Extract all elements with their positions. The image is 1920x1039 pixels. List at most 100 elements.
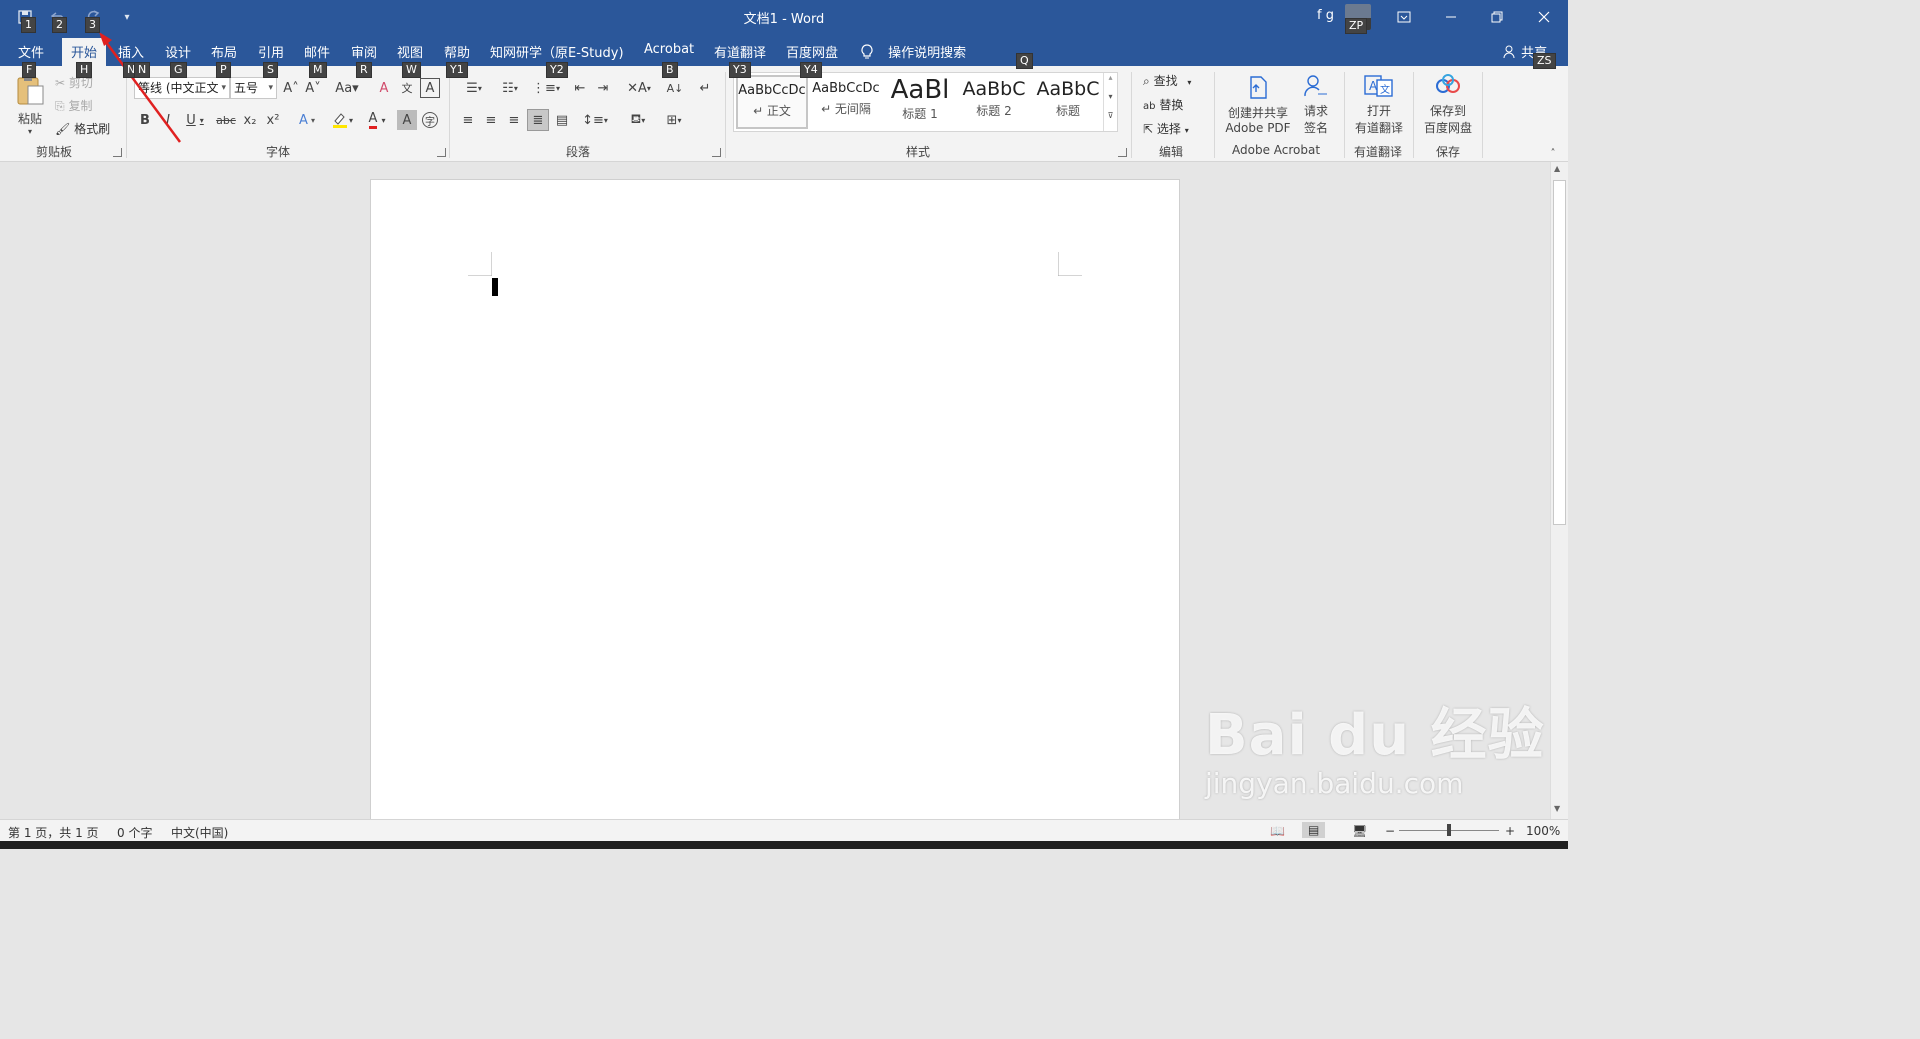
word-count[interactable]: 0 个字 xyxy=(117,824,152,841)
style-title[interactable]: AaBbC 标题 xyxy=(1032,75,1104,129)
request-signature-button[interactable]: 请求 签名 xyxy=(1298,72,1334,138)
style-normal[interactable]: AaBbCcDc ↵ 正文 xyxy=(736,75,808,129)
collapse-ribbon-button[interactable]: ˄ xyxy=(1546,146,1560,160)
bullets-button[interactable]: ☰ ▾ xyxy=(458,78,490,98)
align-left-button[interactable]: ≡ xyxy=(458,110,478,130)
tab-references[interactable]: 引用 xyxy=(258,42,284,61)
tab-mailings[interactable]: 邮件 xyxy=(304,42,330,61)
format-painter-button[interactable]: 🖌 格式刷 xyxy=(55,120,110,137)
zoom-in-button[interactable]: + xyxy=(1505,824,1515,838)
grow-font-button[interactable]: A˄ xyxy=(282,78,300,98)
zoom-out-button[interactable]: − xyxy=(1385,824,1395,838)
shrink-font-button[interactable]: A˅ xyxy=(304,78,322,98)
select-button[interactable]: ⇱ 选择 ▾ xyxy=(1143,120,1189,137)
margin-corner-top-right xyxy=(1058,252,1082,276)
tell-me-label: 操作说明搜索 xyxy=(888,46,967,61)
replace-button[interactable]: ab 替换 xyxy=(1143,96,1183,113)
font-dialog-launcher[interactable] xyxy=(437,148,446,157)
ribbon-display-options-button[interactable] xyxy=(1393,6,1415,28)
line-spacing-button[interactable]: ↕≡ ▾ xyxy=(580,110,610,130)
tab-help[interactable]: 帮助 xyxy=(444,42,470,61)
strikethrough-button[interactable]: abc xyxy=(215,110,237,130)
subscript-button[interactable]: x₂ xyxy=(240,110,260,130)
enclose-characters-button[interactable]: 字 xyxy=(420,110,440,130)
highlight-color-button[interactable]: ▾ xyxy=(327,110,357,130)
styles-gallery-scroll[interactable]: ▴ ▾ ⊽ xyxy=(1103,73,1117,131)
zoom-slider[interactable] xyxy=(1399,824,1499,836)
tab-youdao[interactable]: 有道翻译 xyxy=(714,42,766,61)
tab-review[interactable]: 审阅 xyxy=(351,42,377,61)
tell-me-search[interactable]: 操作说明搜索 xyxy=(860,42,966,61)
tab-file[interactable]: 文件 xyxy=(18,42,44,61)
keytip-design: G xyxy=(170,62,187,78)
chevron-down-icon: ▾ xyxy=(27,127,32,136)
italic-button[interactable]: I xyxy=(159,110,177,130)
character-border-button[interactable]: A xyxy=(420,78,440,98)
web-layout-button[interactable]: 🖥 xyxy=(1352,824,1367,838)
chinese-layout-button[interactable]: ✕A ▾ xyxy=(624,78,654,98)
font-size-combobox[interactable]: 五号 xyxy=(230,77,277,99)
tab-insert[interactable]: 插入 xyxy=(118,42,144,61)
more-styles-icon[interactable]: ⊽ xyxy=(1104,111,1117,130)
distributed-button[interactable]: ▤ xyxy=(552,110,572,130)
document-page[interactable] xyxy=(370,179,1180,839)
minimize-button[interactable] xyxy=(1440,6,1462,28)
copy-button[interactable]: ⎘ 复制 xyxy=(55,97,92,114)
find-button[interactable]: ⌕ 查找 ▾ xyxy=(1143,72,1191,89)
restore-button[interactable] xyxy=(1486,6,1508,28)
font-name-combobox[interactable]: 等线 (中文正文 xyxy=(134,77,230,99)
save-to-baidu-button[interactable]: 保存到 百度网盘 xyxy=(1419,72,1477,138)
tab-design[interactable]: 设计 xyxy=(165,42,191,61)
character-shading-button[interactable]: A xyxy=(397,110,417,130)
paragraph-dialog-launcher[interactable] xyxy=(712,148,721,157)
borders-button[interactable]: ⊞ ▾ xyxy=(658,110,690,130)
underline-button[interactable]: U ▾ xyxy=(182,110,208,130)
chevron-up-icon[interactable]: ▴ xyxy=(1104,73,1117,92)
zoom-slider-thumb[interactable] xyxy=(1447,824,1451,836)
numbering-button[interactable]: ☷ ▾ xyxy=(494,78,526,98)
align-center-button[interactable]: ≡ xyxy=(481,110,501,130)
create-share-pdf-button[interactable]: 创建并共享 Adobe PDF xyxy=(1222,72,1294,138)
user-name[interactable]: f g xyxy=(1317,8,1334,23)
scroll-up-icon[interactable]: ▲ xyxy=(1554,164,1560,173)
styles-dialog-launcher[interactable] xyxy=(1118,148,1127,157)
sort-button[interactable]: A↓ xyxy=(664,78,686,98)
phonetic-guide-button[interactable]: 文 xyxy=(397,78,417,98)
print-layout-button[interactable]: ▤ xyxy=(1302,822,1326,838)
shading-button[interactable]: ⛾ ▾ xyxy=(622,110,654,130)
justify-button[interactable]: ≣ xyxy=(527,109,549,131)
tab-acrobat[interactable]: Acrobat xyxy=(644,42,694,57)
open-youdao-button[interactable]: A文 打开 有道翻译 xyxy=(1350,72,1408,138)
show-hide-marks-button[interactable]: ↵ xyxy=(695,78,715,98)
language-indicator[interactable]: 中文(中国) xyxy=(171,824,228,841)
tab-layout[interactable]: 布局 xyxy=(211,42,237,61)
scrollbar-thumb[interactable] xyxy=(1553,180,1566,525)
chevron-down-icon[interactable]: ▾ xyxy=(1104,92,1117,111)
tab-view[interactable]: 视图 xyxy=(397,42,423,61)
text-effects-button[interactable]: A ▾ xyxy=(293,110,321,130)
clipboard-dialog-launcher[interactable] xyxy=(113,148,122,157)
style-heading-2[interactable]: AaBbC 标题 2 xyxy=(958,75,1030,129)
page-count[interactable]: 第 1 页，共 1 页 xyxy=(8,824,99,841)
style-preview: AaBbCcDc xyxy=(812,81,880,96)
clear-formatting-button[interactable]: A xyxy=(374,78,394,98)
superscript-button[interactable]: x² xyxy=(263,110,283,130)
paste-button[interactable]: 粘贴 ▾ xyxy=(12,72,48,138)
tab-estudy[interactable]: 知网研学（原E-Study) xyxy=(490,42,624,61)
style-no-spacing[interactable]: AaBbCcDc ↵ 无间隔 xyxy=(810,75,882,129)
vertical-scrollbar[interactable]: ▲ ▼ xyxy=(1550,162,1568,819)
font-color-button[interactable]: A ▾ xyxy=(362,110,392,130)
align-right-button[interactable]: ≡ xyxy=(504,110,524,130)
multilevel-list-button[interactable]: ⋮≡ ▾ xyxy=(530,78,562,98)
title-bar: ▾ 1 2 3 文档1 - Word f g ZP xyxy=(0,0,1568,34)
tab-baidu-netdisk[interactable]: 百度网盘 xyxy=(786,42,838,61)
decrease-indent-button[interactable]: ⇤ xyxy=(570,78,590,98)
style-heading-1[interactable]: AaBl 标题 1 xyxy=(884,75,956,129)
zoom-level[interactable]: 100% xyxy=(1526,824,1560,838)
scroll-down-icon[interactable]: ▼ xyxy=(1554,804,1560,813)
change-case-button[interactable]: Aa▾ xyxy=(333,78,361,98)
close-button[interactable] xyxy=(1533,6,1555,28)
increase-indent-button[interactable]: ⇥ xyxy=(593,78,613,98)
bold-button[interactable]: B xyxy=(136,110,154,130)
read-mode-button[interactable]: 📖 xyxy=(1270,824,1285,838)
